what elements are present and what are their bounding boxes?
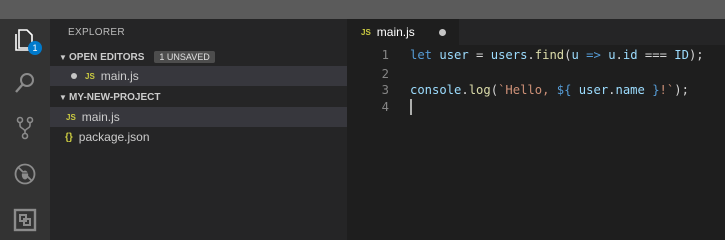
debug-icon[interactable] xyxy=(12,161,38,187)
editor-tab-bar: JS main.js xyxy=(347,19,725,45)
tab-main-js[interactable]: JS main.js xyxy=(347,19,459,45)
explorer-sidebar: EXPLORER ▼ OPEN EDITORS 1 UNSAVED JS mai… xyxy=(50,19,347,240)
code-token: find xyxy=(534,48,565,62)
project-file-name: package.json xyxy=(78,130,150,144)
line-number: 4 xyxy=(381,100,389,114)
chevron-down-icon: ▼ xyxy=(59,92,67,102)
code-token: user xyxy=(571,83,609,97)
code-token: . xyxy=(461,83,469,97)
code-token: users xyxy=(490,48,528,62)
js-file-icon: JS xyxy=(66,112,76,122)
code-token: . xyxy=(615,48,623,62)
code-token: ${ xyxy=(556,83,572,97)
text-cursor xyxy=(410,99,412,115)
js-file-icon: JS xyxy=(85,71,95,81)
js-file-icon: JS xyxy=(361,27,371,37)
code-token: . xyxy=(608,83,616,97)
project-file-item[interactable]: JS main.js xyxy=(50,107,347,127)
extensions-icon[interactable] xyxy=(12,207,38,233)
code-token: user xyxy=(439,48,469,62)
unsaved-dot-icon[interactable] xyxy=(439,29,446,36)
code-token: ); xyxy=(674,83,689,97)
project-file-item[interactable]: {} package.json xyxy=(50,127,347,147)
code-token: id xyxy=(622,48,638,62)
line-number: 1 xyxy=(381,48,389,62)
code-token: log xyxy=(468,83,491,97)
code-token: `Hello, xyxy=(498,83,557,97)
project-folder-label: MY-NEW-PROJECT xyxy=(69,91,161,103)
unsaved-badge: 1 UNSAVED xyxy=(154,51,215,63)
code-token: } xyxy=(644,83,660,97)
open-editors-label: OPEN EDITORS xyxy=(69,51,145,63)
code-token: !` xyxy=(659,83,675,97)
activity-bar: 1 xyxy=(0,19,50,240)
code-token: let xyxy=(410,48,433,62)
code-token: u xyxy=(571,48,579,62)
project-folder-header[interactable]: ▼ MY-NEW-PROJECT xyxy=(50,88,347,106)
search-icon[interactable] xyxy=(12,70,38,96)
code-token: ID xyxy=(674,48,689,62)
code-token: console xyxy=(410,83,462,97)
project-file-name: main.js xyxy=(81,110,120,124)
json-file-icon: {} xyxy=(65,131,73,143)
code-token: === xyxy=(637,48,675,62)
window-title-bar xyxy=(0,0,725,19)
open-editor-item[interactable]: JS main.js xyxy=(50,66,347,86)
code-editor[interactable]: 1 2 3 4 let user = users.find(u => u.id … xyxy=(347,45,725,240)
code-token: => xyxy=(586,48,601,62)
code-token: . xyxy=(527,48,535,62)
code-token: ( xyxy=(490,83,499,97)
code-token: u xyxy=(608,48,616,62)
tab-label: main.js xyxy=(376,25,415,39)
sidebar-title: EXPLORER xyxy=(68,27,125,38)
code-line: let user = users.find(u => u.id === ID); xyxy=(410,46,704,65)
code-token: ); xyxy=(688,48,704,62)
open-editor-file-name: main.js xyxy=(100,69,139,83)
open-editors-header[interactable]: ▼ OPEN EDITORS 1 UNSAVED xyxy=(50,48,347,66)
unsaved-dot-icon[interactable] xyxy=(71,73,77,79)
chevron-down-icon: ▼ xyxy=(59,52,67,62)
source-control-icon[interactable] xyxy=(12,115,38,141)
code-token: name xyxy=(615,83,645,97)
code-token: = xyxy=(468,48,491,62)
code-line: console.log(`Hello, ${ user.name }!`); xyxy=(410,81,689,100)
explorer-badge: 1 xyxy=(28,41,42,55)
